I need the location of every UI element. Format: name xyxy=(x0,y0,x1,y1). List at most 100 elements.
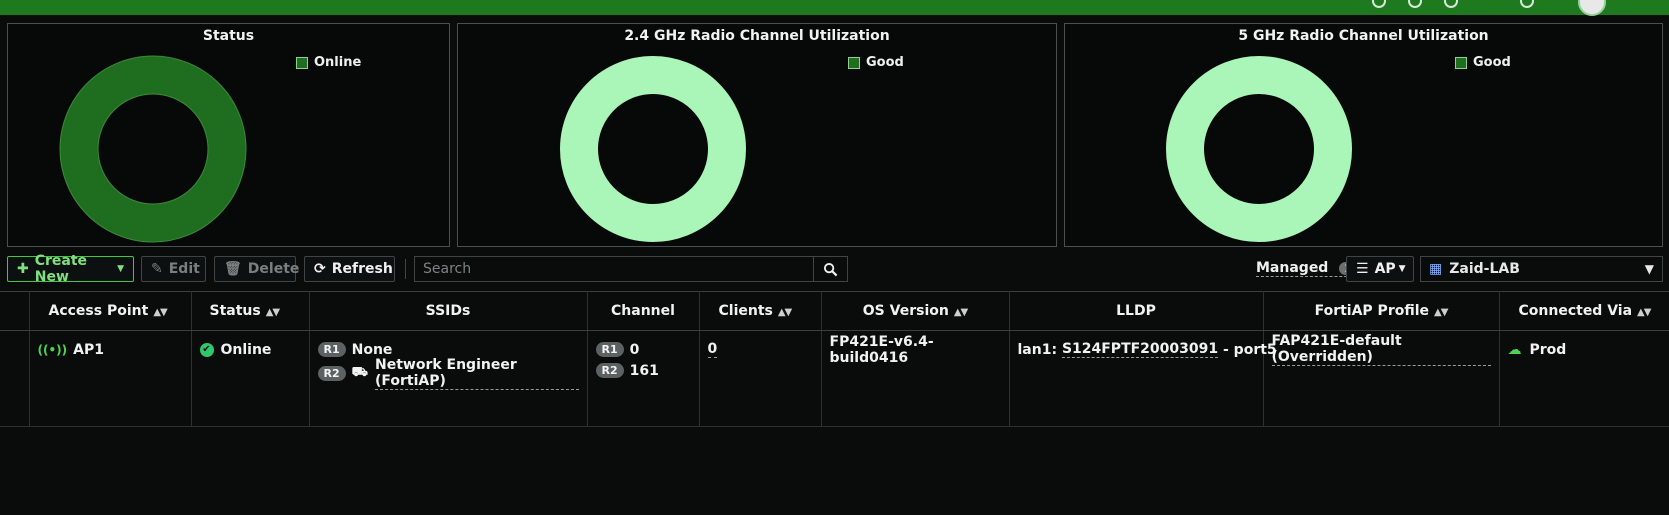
fortiap-profile-link[interactable]: FAP421E-default (Overridden) xyxy=(1271,333,1491,366)
widget-title: Status xyxy=(202,28,255,44)
managed-ap-table: Access Point ▲▼ Status ▲▼ SSIDs Channel Cl… xyxy=(0,291,1669,427)
toolbar-divider xyxy=(405,259,406,279)
list-icon: ☰ xyxy=(1356,261,1369,277)
radio-5ghz-donut-chart[interactable] xyxy=(1164,54,1354,244)
ssid-r2-link[interactable]: Network Engineer (FortiAP) xyxy=(374,357,579,390)
sort-icon: ▲▼ xyxy=(777,307,792,318)
refresh-label: Refresh xyxy=(331,261,393,277)
column-header-channel[interactable]: Channel xyxy=(587,291,700,331)
radio-5ghz-widget: 5 GHz Radio Channel Utilization Good xyxy=(1064,23,1663,247)
clients-cell: 0 xyxy=(699,330,822,427)
connected-via-cell: ☁ Prod xyxy=(1499,330,1669,427)
edit-button[interactable]: ✎ Edit xyxy=(141,256,206,282)
radio-badge: R2 xyxy=(317,366,346,381)
refresh-icon: ⟳ xyxy=(314,261,326,277)
sort-icon: ▲▼ xyxy=(265,307,280,318)
sort-icon: ▲▼ xyxy=(1434,307,1448,318)
donut-inner-outline xyxy=(97,93,209,205)
legend-swatch xyxy=(296,56,308,69)
vdom-dropdown[interactable]: ▦ Zaid-LAB ▼ xyxy=(1420,256,1663,282)
wireless-ap-icon: ((•)) xyxy=(37,342,68,357)
table-header-row: Access Point ▲▼ Status ▲▼ SSIDs Channel Cl… xyxy=(0,291,1669,331)
toolbar: ✚ Create New ▼ ✎ Edit 🗑 Delete ⟳ Refresh… xyxy=(0,253,1669,286)
chevron-down-icon: ▼ xyxy=(117,264,124,274)
widget-title: 2.4 GHz Radio Channel Utilization xyxy=(624,28,890,44)
column-header-connected-via[interactable]: Connected Via ▲▼ xyxy=(1499,291,1669,331)
refresh-button[interactable]: ⟳ Refresh xyxy=(304,256,395,282)
legend-label: Good xyxy=(1473,55,1511,70)
cloud-upload-icon: ☁ xyxy=(1507,341,1522,358)
donut-slice-online[interactable] xyxy=(60,56,246,242)
fullscreen-icon[interactable] xyxy=(1520,0,1534,8)
column-header-lldp[interactable]: LLDP xyxy=(1009,291,1264,331)
vdom-icon: ▦ xyxy=(1429,261,1443,277)
fortiap-profile-cell: FAP421E-default (Overridden) xyxy=(1263,330,1500,427)
chevron-down-icon: ▼ xyxy=(1644,262,1654,276)
os-version-cell: FP421E-v6.4-build0416 xyxy=(821,330,1010,427)
os-version-value: FP421E-v6.4-build0416 xyxy=(829,333,934,366)
clients-link[interactable]: 0 xyxy=(707,341,718,358)
chevron-down-icon: ▼ xyxy=(1398,264,1406,274)
column-header-select xyxy=(0,291,30,331)
trash-icon: 🗑 xyxy=(224,261,242,277)
notification-icon[interactable] xyxy=(1444,0,1458,8)
legend-swatch xyxy=(1455,56,1467,69)
help-icon[interactable] xyxy=(1372,0,1386,8)
channel-r1-value: 0 xyxy=(629,341,640,358)
connected-via-value: Prod xyxy=(1529,341,1567,358)
donut-slice-good[interactable] xyxy=(1166,56,1352,242)
status-cell: ✔ Online xyxy=(191,330,310,427)
column-header-os-version[interactable]: OS Version ▲▼ xyxy=(821,291,1010,331)
status-widget: Status Online xyxy=(7,23,450,247)
create-new-button[interactable]: ✚ Create New ▼ xyxy=(7,253,134,285)
legend-swatch xyxy=(848,56,860,69)
column-header-access-point[interactable]: Access Point ▲▼ xyxy=(29,291,192,331)
chart-legend[interactable]: Online xyxy=(296,55,361,70)
edit-label: Edit xyxy=(168,261,200,277)
table-row[interactable]: ((•)) AP1 ✔ Online R1 None R2 ⛟ Network … xyxy=(0,330,1669,427)
row-select-cell[interactable] xyxy=(0,330,30,427)
column-header-fortiap-profile[interactable]: FortiAP Profile ▲▼ xyxy=(1263,291,1500,331)
access-point-name: AP1 xyxy=(73,341,104,358)
status-donut-chart[interactable] xyxy=(58,54,248,244)
chart-legend[interactable]: Good xyxy=(1455,55,1511,70)
pencil-icon: ✎ xyxy=(151,261,163,277)
radio-24ghz-widget: 2.4 GHz Radio Channel Utilization Good xyxy=(457,23,1057,247)
donut-slice-good[interactable] xyxy=(560,56,746,242)
ap-view-dropdown[interactable]: ☰ AP ▼ xyxy=(1346,256,1414,282)
search-input[interactable] xyxy=(414,256,814,282)
status-value: Online xyxy=(220,341,272,358)
ssid-r1-value: None xyxy=(351,341,393,358)
column-header-ssids[interactable]: SSIDs xyxy=(309,291,588,331)
lldp-device-link[interactable]: S124FPTF20003091 xyxy=(1061,341,1219,358)
chart-legend[interactable]: Good xyxy=(848,55,904,70)
access-point-cell[interactable]: ((•)) AP1 xyxy=(29,330,192,427)
vdom-label: Zaid-LAB xyxy=(1449,261,1520,277)
radio-badge: R1 xyxy=(595,342,624,357)
check-circle-icon: ✔ xyxy=(199,342,214,357)
radio-badge: R1 xyxy=(317,342,346,357)
search-button[interactable] xyxy=(814,256,848,282)
managed-filter[interactable]: Managed 1 xyxy=(1256,260,1357,277)
radio-24ghz-donut-chart[interactable] xyxy=(558,54,748,244)
plus-icon: ✚ xyxy=(17,261,29,277)
sort-icon: ▲▼ xyxy=(153,307,167,318)
top-banner xyxy=(0,0,1669,16)
column-header-clients[interactable]: Clients ▲▼ xyxy=(699,291,822,331)
ap-view-label: AP xyxy=(1374,261,1396,277)
delete-label: Delete xyxy=(247,261,300,277)
legend-label: Online xyxy=(314,55,362,70)
lldp-interface: lan1: xyxy=(1017,341,1062,358)
user-avatar[interactable] xyxy=(1578,0,1606,16)
column-header-status[interactable]: Status ▲▼ xyxy=(191,291,310,331)
delete-button[interactable]: 🗑 Delete xyxy=(214,256,299,282)
sort-icon: ▲▼ xyxy=(1637,307,1651,318)
lldp-cell: lan1: S124FPTF20003091 - port5 xyxy=(1009,330,1277,427)
channel-r2-value: 161 xyxy=(629,362,659,379)
ssid-tunnel-icon: ⛟ xyxy=(351,365,368,380)
console-icon[interactable] xyxy=(1408,0,1422,8)
widget-title: 5 GHz Radio Channel Utilization xyxy=(1238,28,1489,44)
legend-label: Good xyxy=(866,55,904,70)
lldp-port: - port5 xyxy=(1218,341,1277,358)
radio-badge: R2 xyxy=(595,363,624,378)
